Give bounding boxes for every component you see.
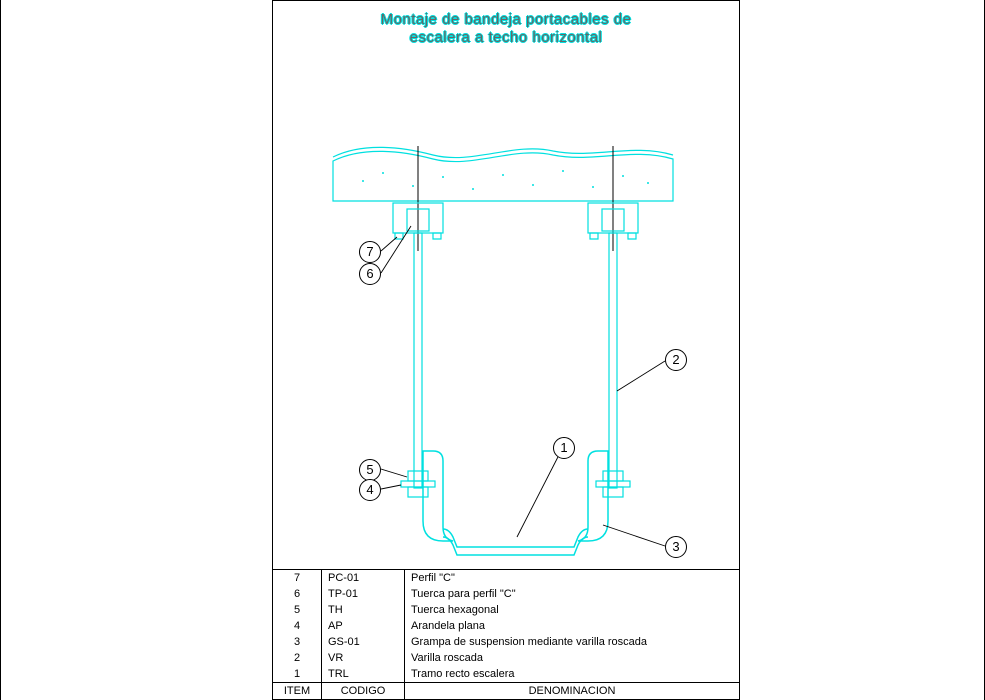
callout-bubble: 3 bbox=[665, 536, 687, 558]
drawing-title: Montaje de bandeja portacables de escale… bbox=[273, 11, 739, 47]
cell-item: 7 bbox=[273, 570, 322, 586]
cell-code: VR bbox=[322, 650, 405, 666]
cell-code: PC-01 bbox=[322, 570, 405, 586]
fasteners-left bbox=[401, 471, 435, 497]
callout-6: 6 bbox=[359, 263, 381, 285]
callout-bubble: 1 bbox=[553, 437, 575, 459]
cell-code: TH bbox=[322, 602, 405, 618]
parts-list: 7 PC-01 Perfil "C" 6 TP-01 Tuerca para p… bbox=[273, 569, 739, 699]
drawing-svg bbox=[273, 51, 741, 581]
table-row: 4 AP Arandela plana bbox=[273, 618, 739, 634]
table-header-row: ITEM CODIGO DENOMINACION bbox=[273, 683, 739, 700]
cell-code: GS-01 bbox=[322, 634, 405, 650]
header-item: ITEM bbox=[273, 683, 322, 700]
cell-item: 1 bbox=[273, 666, 322, 683]
cell-desc: Tuerca hexagonal bbox=[405, 602, 740, 618]
callout-bubble: 4 bbox=[359, 479, 381, 501]
callout-1: 1 bbox=[553, 437, 575, 459]
technical-drawing: 7 6 2 5 4 1 3 bbox=[273, 51, 741, 581]
table-row: 7 PC-01 Perfil "C" bbox=[273, 570, 739, 586]
cell-code: TP-01 bbox=[322, 586, 405, 602]
header-desc: DENOMINACION bbox=[405, 683, 740, 700]
drawing-sheet: Montaje de bandeja portacables de escale… bbox=[272, 0, 740, 700]
table-row: 1 TRL Tramo recto escalera bbox=[273, 666, 739, 683]
cell-code: TRL bbox=[322, 666, 405, 683]
callout-bubble: 2 bbox=[665, 349, 687, 371]
callout-4: 4 bbox=[359, 479, 381, 501]
cell-desc: Varilla roscada bbox=[405, 650, 740, 666]
callout-2: 2 bbox=[665, 349, 687, 371]
cell-item: 2 bbox=[273, 650, 322, 666]
cell-desc: Tuerca para perfil "C" bbox=[405, 586, 740, 602]
title-line-2: escalera a techo horizontal bbox=[410, 29, 603, 46]
cell-item: 3 bbox=[273, 634, 322, 650]
ceiling-slab bbox=[333, 147, 673, 201]
callout-bubble: 5 bbox=[359, 459, 381, 481]
table-row: 3 GS-01 Grampa de suspension mediante va… bbox=[273, 634, 739, 650]
cell-code: AP bbox=[322, 618, 405, 634]
callout-3: 3 bbox=[665, 536, 687, 558]
title-line-1: Montaje de bandeja portacables de bbox=[381, 11, 632, 28]
callout-bubble: 6 bbox=[359, 263, 381, 285]
cell-desc: Perfil "C" bbox=[405, 570, 740, 586]
callout-7: 7 bbox=[359, 241, 381, 263]
ladder-tray bbox=[443, 529, 588, 555]
table-row: 2 VR Varilla roscada bbox=[273, 650, 739, 666]
callout-bubble: 7 bbox=[359, 241, 381, 263]
table-row: 6 TP-01 Tuerca para perfil "C" bbox=[273, 586, 739, 602]
parts-table: 7 PC-01 Perfil "C" 6 TP-01 Tuerca para p… bbox=[273, 570, 739, 699]
cell-item: 6 bbox=[273, 586, 322, 602]
cell-desc: Tramo recto escalera bbox=[405, 666, 740, 683]
page-border-left bbox=[0, 0, 1, 700]
header-code: CODIGO bbox=[322, 683, 405, 700]
cell-item: 4 bbox=[273, 618, 322, 634]
threaded-rods bbox=[414, 233, 617, 488]
cell-desc: Grampa de suspension mediante varilla ro… bbox=[405, 634, 740, 650]
callout-5: 5 bbox=[359, 459, 381, 481]
cell-desc: Arandela plana bbox=[405, 618, 740, 634]
fasteners-right bbox=[596, 471, 630, 497]
table-row: 5 TH Tuerca hexagonal bbox=[273, 602, 739, 618]
cell-item: 5 bbox=[273, 602, 322, 618]
